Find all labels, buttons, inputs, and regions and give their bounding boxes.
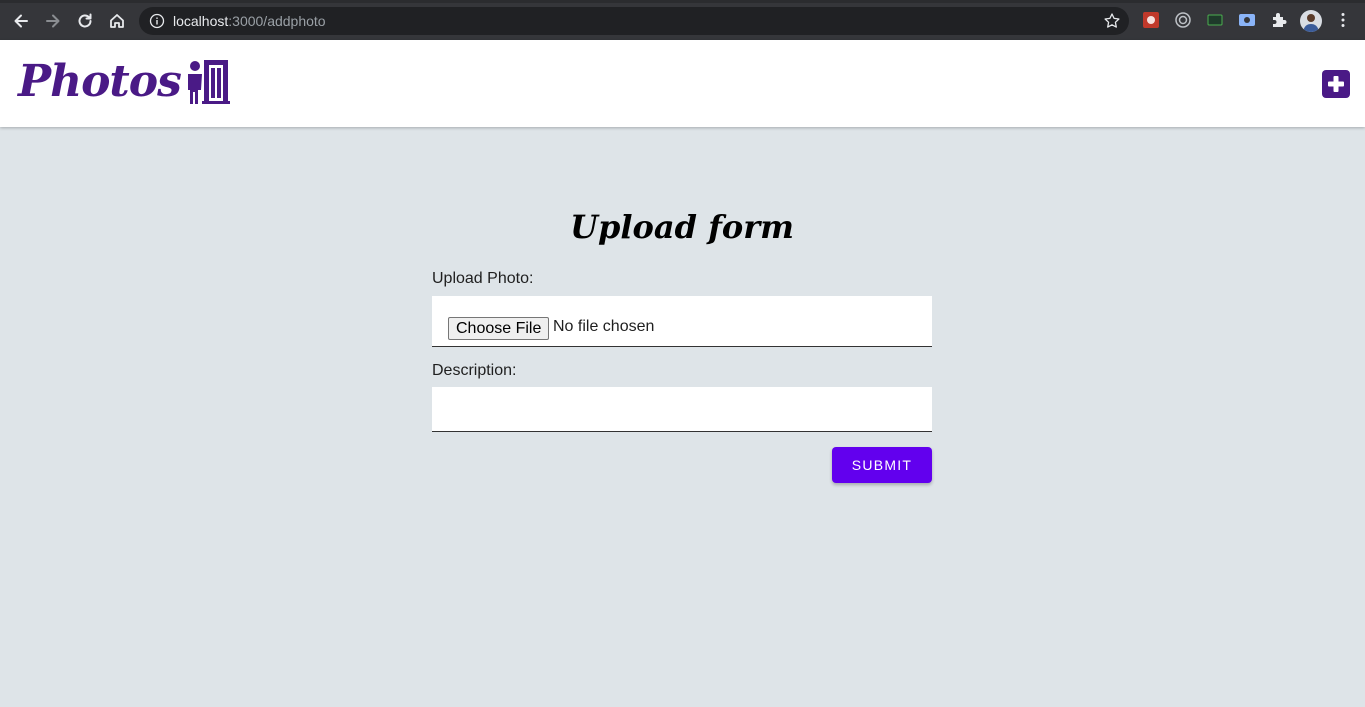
form-title: Upload form <box>570 208 794 246</box>
file-input-field[interactable]: Choose File No file chosen <box>432 296 932 347</box>
extension-screen-icon[interactable] <box>1238 11 1256 29</box>
upload-photo-label: Upload Photo: <box>432 270 534 287</box>
extension-red-icon[interactable] <box>1142 11 1160 29</box>
logo-text: Photos <box>18 56 182 107</box>
file-status-text: No file chosen <box>553 318 655 335</box>
choose-file-button[interactable]: Choose File <box>448 317 550 340</box>
browser-toolbar: localhost:3000/addphoto <box>0 0 1365 40</box>
app-header: Photos <box>0 40 1365 127</box>
browser-menu-icon[interactable] <box>1334 11 1352 29</box>
profile-avatar[interactable] <box>1300 10 1322 32</box>
info-icon[interactable] <box>149 13 165 29</box>
extensions-puzzle-icon[interactable] <box>1270 11 1288 29</box>
add-photo-button[interactable] <box>1322 70 1350 98</box>
photo-gallery-person-icon <box>187 60 230 104</box>
description-input[interactable] <box>432 387 932 432</box>
back-icon[interactable] <box>9 9 33 33</box>
home-icon[interactable] <box>105 9 129 33</box>
logo[interactable]: Photos <box>18 56 239 108</box>
forward-icon[interactable] <box>41 9 65 33</box>
submit-button[interactable]: SUBMIT <box>832 447 932 483</box>
tab-strip <box>0 0 1365 3</box>
url-text: localhost:3000/addphoto <box>173 13 326 29</box>
extension-target-icon[interactable] <box>1174 11 1192 29</box>
extension-window-icon[interactable] <box>1206 11 1224 29</box>
bookmark-star-icon[interactable] <box>1103 12 1121 30</box>
url-path: :3000/addphoto <box>228 13 326 29</box>
url-host: localhost <box>173 13 229 29</box>
avatar-person-icon <box>1303 14 1319 32</box>
description-label: Description: <box>432 362 517 379</box>
plus-icon <box>1328 76 1344 92</box>
address-bar[interactable]: localhost:3000/addphoto <box>139 7 1129 35</box>
reload-icon[interactable] <box>73 9 97 33</box>
